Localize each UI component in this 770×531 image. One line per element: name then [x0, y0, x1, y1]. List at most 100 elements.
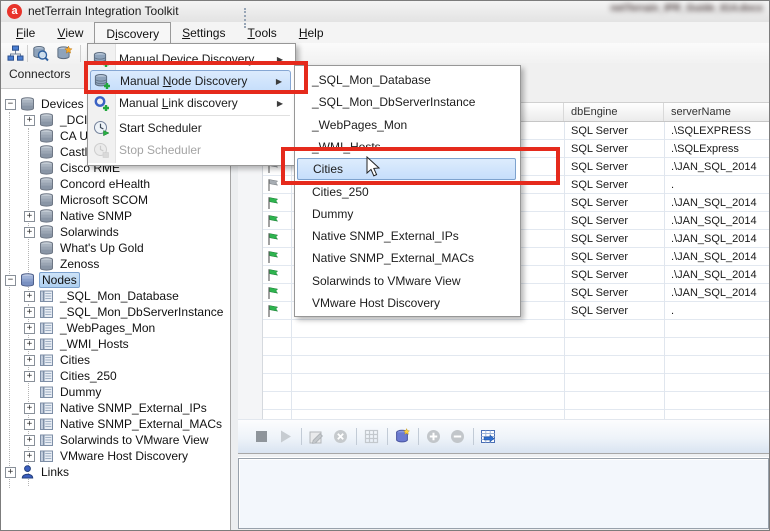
cell-servername[interactable]: .\JAN_SQL_2014 [671, 284, 770, 302]
tree-item-nodes[interactable]: −Nodes [5, 272, 80, 288]
menu-item-stop-scheduler[interactable]: Stop Scheduler [90, 139, 291, 161]
stop-button[interactable] [253, 428, 270, 445]
cell-servername[interactable]: .\JAN_SQL_2014 [671, 230, 770, 248]
expand-icon[interactable]: + [24, 227, 35, 238]
expand-icon[interactable]: + [24, 291, 35, 302]
submenu-item-dummy[interactable]: Dummy [297, 203, 516, 225]
expand-icon[interactable]: + [24, 211, 35, 222]
cell-dbengine[interactable]: SQL Server [571, 140, 663, 158]
play-button[interactable] [277, 428, 294, 445]
expand-icon[interactable]: + [24, 403, 35, 414]
submenu-item--sql-mon-dbserverinstance[interactable]: _SQL_Mon_DbServerInstance [297, 91, 516, 113]
toolbar-grip-handle[interactable] [244, 8, 249, 28]
remove-button[interactable] [449, 428, 466, 445]
cell-dbengine[interactable]: SQL Server [571, 302, 663, 320]
edit-button[interactable] [308, 428, 325, 445]
tree-item--sql-mon-database[interactable]: +_SQL_Mon_Database [24, 288, 181, 304]
column-header-dbengine[interactable]: dbEngine [564, 103, 664, 121]
expand-icon[interactable]: + [24, 339, 35, 350]
tree-item-native-snmp-external-ips[interactable]: +Native SNMP_External_IPs [24, 400, 209, 416]
cell-servername[interactable]: .\JAN_SQL_2014 [671, 248, 770, 266]
menubar-item-discovery[interactable]: Discovery [94, 22, 171, 44]
tree-item-native-snmp-external-macs[interactable]: +Native SNMP_External_MACs [24, 416, 224, 432]
manual-node-discovery-submenu: _SQL_Mon_Database_SQL_Mon_DbServerInstan… [294, 65, 521, 317]
collapse-icon[interactable]: − [5, 99, 16, 110]
tree-item-what-s-up-gold[interactable]: What's Up Gold [24, 240, 146, 256]
add-button[interactable] [425, 428, 442, 445]
tree-item-label: _DCI [58, 113, 89, 127]
tree-item--dci[interactable]: + _DCI [24, 112, 89, 128]
tree-item-links[interactable]: +Links [5, 464, 71, 480]
toolbar-separator [356, 428, 357, 445]
cell-dbengine[interactable]: SQL Server [571, 176, 663, 194]
expand-icon[interactable]: + [24, 355, 35, 366]
cell-servername[interactable]: .\JAN_SQL_2014 [671, 266, 770, 284]
tree-item-native-snmp[interactable]: +Native SNMP [24, 208, 134, 224]
tree-item--wmi-hosts[interactable]: +_WMI_Hosts [24, 336, 131, 352]
export-table-button[interactable] [480, 428, 497, 445]
menu-item-manual-link-discovery[interactable]: Manual Link discovery▶ [90, 92, 291, 114]
search-database-icon[interactable] [32, 45, 49, 62]
expand-icon[interactable]: + [24, 451, 35, 462]
menubar-item-file[interactable]: File [5, 22, 46, 43]
node-cards-icon [39, 401, 54, 415]
menubar-item-settings[interactable]: Settings [171, 22, 236, 43]
tree-item-cities-250[interactable]: +Cities_250 [24, 368, 119, 384]
submenu-item--sql-mon-database[interactable]: _SQL_Mon_Database [297, 69, 516, 91]
green-flag-icon [266, 196, 280, 210]
cell-dbengine[interactable]: SQL Server [571, 212, 663, 230]
tree-item--webpages-mon[interactable]: +_WebPages_Mon [24, 320, 157, 336]
tree-item-solarwinds[interactable]: +Solarwinds [24, 224, 121, 240]
collapse-icon[interactable]: − [5, 275, 16, 286]
tree-item-dummy[interactable]: Dummy [24, 384, 103, 400]
tree-item-ca-u[interactable]: CA U [24, 128, 90, 144]
menubar-item-help[interactable]: Help [288, 22, 335, 43]
tree-item-castl[interactable]: Castl [24, 144, 89, 160]
cancel-button[interactable] [332, 428, 349, 445]
submenu-item--webpages-mon[interactable]: _WebPages_Mon [297, 114, 516, 136]
grid-button[interactable] [363, 428, 380, 445]
menu-item-start-scheduler[interactable]: Start Scheduler [90, 117, 291, 139]
cell-dbengine[interactable]: SQL Server [571, 266, 663, 284]
column-header-servername[interactable]: serverName [664, 103, 770, 121]
submenu-item-solarwinds-to-vmware-view[interactable]: Solarwinds to VMware View [297, 270, 516, 292]
cell-servername[interactable]: .\JAN_SQL_2014 [671, 158, 770, 176]
cell-servername[interactable]: .\JAN_SQL_2014 [671, 194, 770, 212]
tree-item--sql-mon-dbserverinstance[interactable]: +_SQL_Mon_DbServerInstance [24, 304, 225, 320]
cell-servername[interactable]: .\SQLExpress [671, 140, 770, 158]
tree-item-devices[interactable]: −Devices [5, 96, 86, 112]
cell-servername[interactable]: . [671, 176, 770, 194]
database-new-button[interactable] [394, 428, 411, 445]
cell-dbengine[interactable]: SQL Server [571, 194, 663, 212]
tree-item-solarwinds-to-vmware-view[interactable]: +Solarwinds to VMware View [24, 432, 211, 448]
expand-icon[interactable]: + [24, 435, 35, 446]
cell-dbengine[interactable]: SQL Server [571, 122, 663, 140]
submenu-item-native-snmp-external-ips[interactable]: Native SNMP_External_IPs [297, 225, 516, 247]
expand-icon[interactable]: + [24, 371, 35, 382]
submenu-item-native-snmp-external-macs[interactable]: Native SNMP_External_MACs [297, 247, 516, 269]
tree-item-vmware-host-discovery[interactable]: +VMware Host Discovery [24, 448, 190, 464]
cell-dbengine[interactable]: SQL Server [571, 284, 663, 302]
cell-dbengine[interactable]: SQL Server [571, 230, 663, 248]
menubar-item-view[interactable]: View [46, 22, 94, 43]
database-sync-icon[interactable] [56, 45, 73, 62]
green-flag-icon [266, 304, 280, 318]
cell-servername[interactable]: .\SQLEXPRESS [671, 122, 770, 140]
submenu-item-vmware-host-discovery[interactable]: VMware Host Discovery [297, 292, 516, 314]
tree-item-cities[interactable]: +Cities [24, 352, 92, 368]
expand-icon[interactable]: + [24, 307, 35, 318]
node-cards-icon [39, 369, 54, 383]
cell-servername[interactable]: . [671, 302, 770, 320]
cell-dbengine[interactable]: SQL Server [571, 158, 663, 176]
expand-icon[interactable]: + [24, 323, 35, 334]
tree-item-concord-ehealth[interactable]: Concord eHealth [24, 176, 152, 192]
expand-icon[interactable]: + [5, 467, 16, 478]
tree-item-microsoft-scom[interactable]: Microsoft SCOM [24, 192, 150, 208]
cell-dbengine[interactable]: SQL Server [571, 248, 663, 266]
cell-servername[interactable]: .\JAN_SQL_2014 [671, 212, 770, 230]
expand-icon[interactable]: + [24, 419, 35, 430]
tree-item-zenoss[interactable]: Zenoss [24, 256, 101, 272]
toolbar-separator [473, 428, 474, 445]
expand-icon[interactable]: + [24, 115, 35, 126]
network-map-icon[interactable] [7, 45, 24, 62]
